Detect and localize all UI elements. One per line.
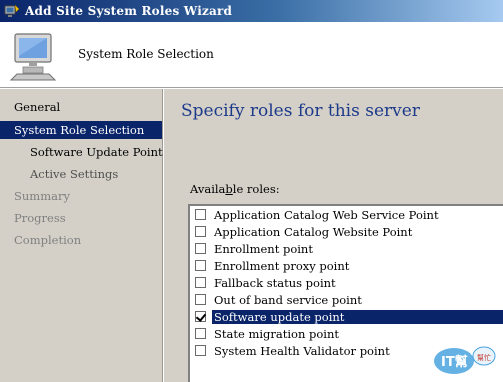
role-label: Software update point	[212, 309, 503, 324]
wizard-header: System Role Selection	[0, 22, 503, 88]
role-label: System Health Validator point	[214, 343, 390, 358]
role-item-selected[interactable]: Software update point	[192, 308, 503, 325]
role-item[interactable]: Enrollment proxy point	[192, 257, 503, 274]
role-item[interactable]: Application Catalog Web Service Point	[192, 206, 503, 223]
role-checkbox[interactable]	[195, 328, 206, 339]
available-roles-label: Available roles:	[190, 182, 280, 196]
role-item[interactable]: Enrollment point	[192, 240, 503, 257]
role-item[interactable]: State migration point	[192, 325, 503, 342]
role-label: Application Catalog Website Point	[214, 224, 413, 239]
role-checkbox[interactable]	[195, 209, 206, 220]
role-checkbox[interactable]	[195, 226, 206, 237]
role-label: Application Catalog Web Service Point	[214, 207, 439, 222]
main-panel: Specify roles for this server Available …	[164, 89, 503, 382]
nav-item-active-settings: Active Settings	[30, 167, 119, 181]
wizard-steps-sidebar: General System Role Selection Software U…	[0, 89, 163, 382]
role-label: Enrollment proxy point	[214, 258, 350, 273]
title-bar[interactable]: Add Site System Roles Wizard	[0, 0, 503, 22]
role-checkbox[interactable]	[195, 260, 206, 271]
nav-item-software-update-point[interactable]: Software Update Point	[0, 143, 163, 161]
window-title: Add Site System Roles Wizard	[25, 4, 233, 18]
role-checkbox[interactable]	[195, 345, 206, 356]
role-label: State migration point	[214, 326, 340, 341]
ithome-watermark-logo: IT幫 幫忙	[434, 346, 496, 374]
page-heading: Specify roles for this server	[181, 101, 420, 121]
header-title: System Role Selection	[78, 47, 214, 61]
wizard-app-icon	[4, 4, 20, 17]
role-checkbox[interactable]	[195, 277, 206, 288]
nav-item-completion: Completion	[14, 233, 82, 247]
role-label: Out of band service point	[214, 292, 362, 307]
watermark-text: IT幫	[441, 354, 468, 370]
role-label: Fallback status point	[214, 275, 336, 290]
nav-item-summary: Summary	[14, 189, 70, 203]
role-label: Enrollment point	[214, 241, 313, 256]
watermark-sub: 幫忙	[477, 353, 491, 362]
role-checkbox[interactable]	[195, 243, 206, 254]
role-checkbox-checked[interactable]	[195, 311, 206, 322]
computer-icon	[9, 33, 57, 81]
role-item[interactable]: Fallback status point	[192, 274, 503, 291]
role-item[interactable]: Application Catalog Website Point	[192, 223, 503, 240]
nav-item-system-role-selection[interactable]: System Role Selection	[0, 121, 162, 139]
nav-item-general[interactable]: General	[0, 98, 162, 116]
role-checkbox[interactable]	[195, 294, 206, 305]
role-item[interactable]: Out of band service point	[192, 291, 503, 308]
nav-item-progress: Progress	[14, 211, 66, 225]
